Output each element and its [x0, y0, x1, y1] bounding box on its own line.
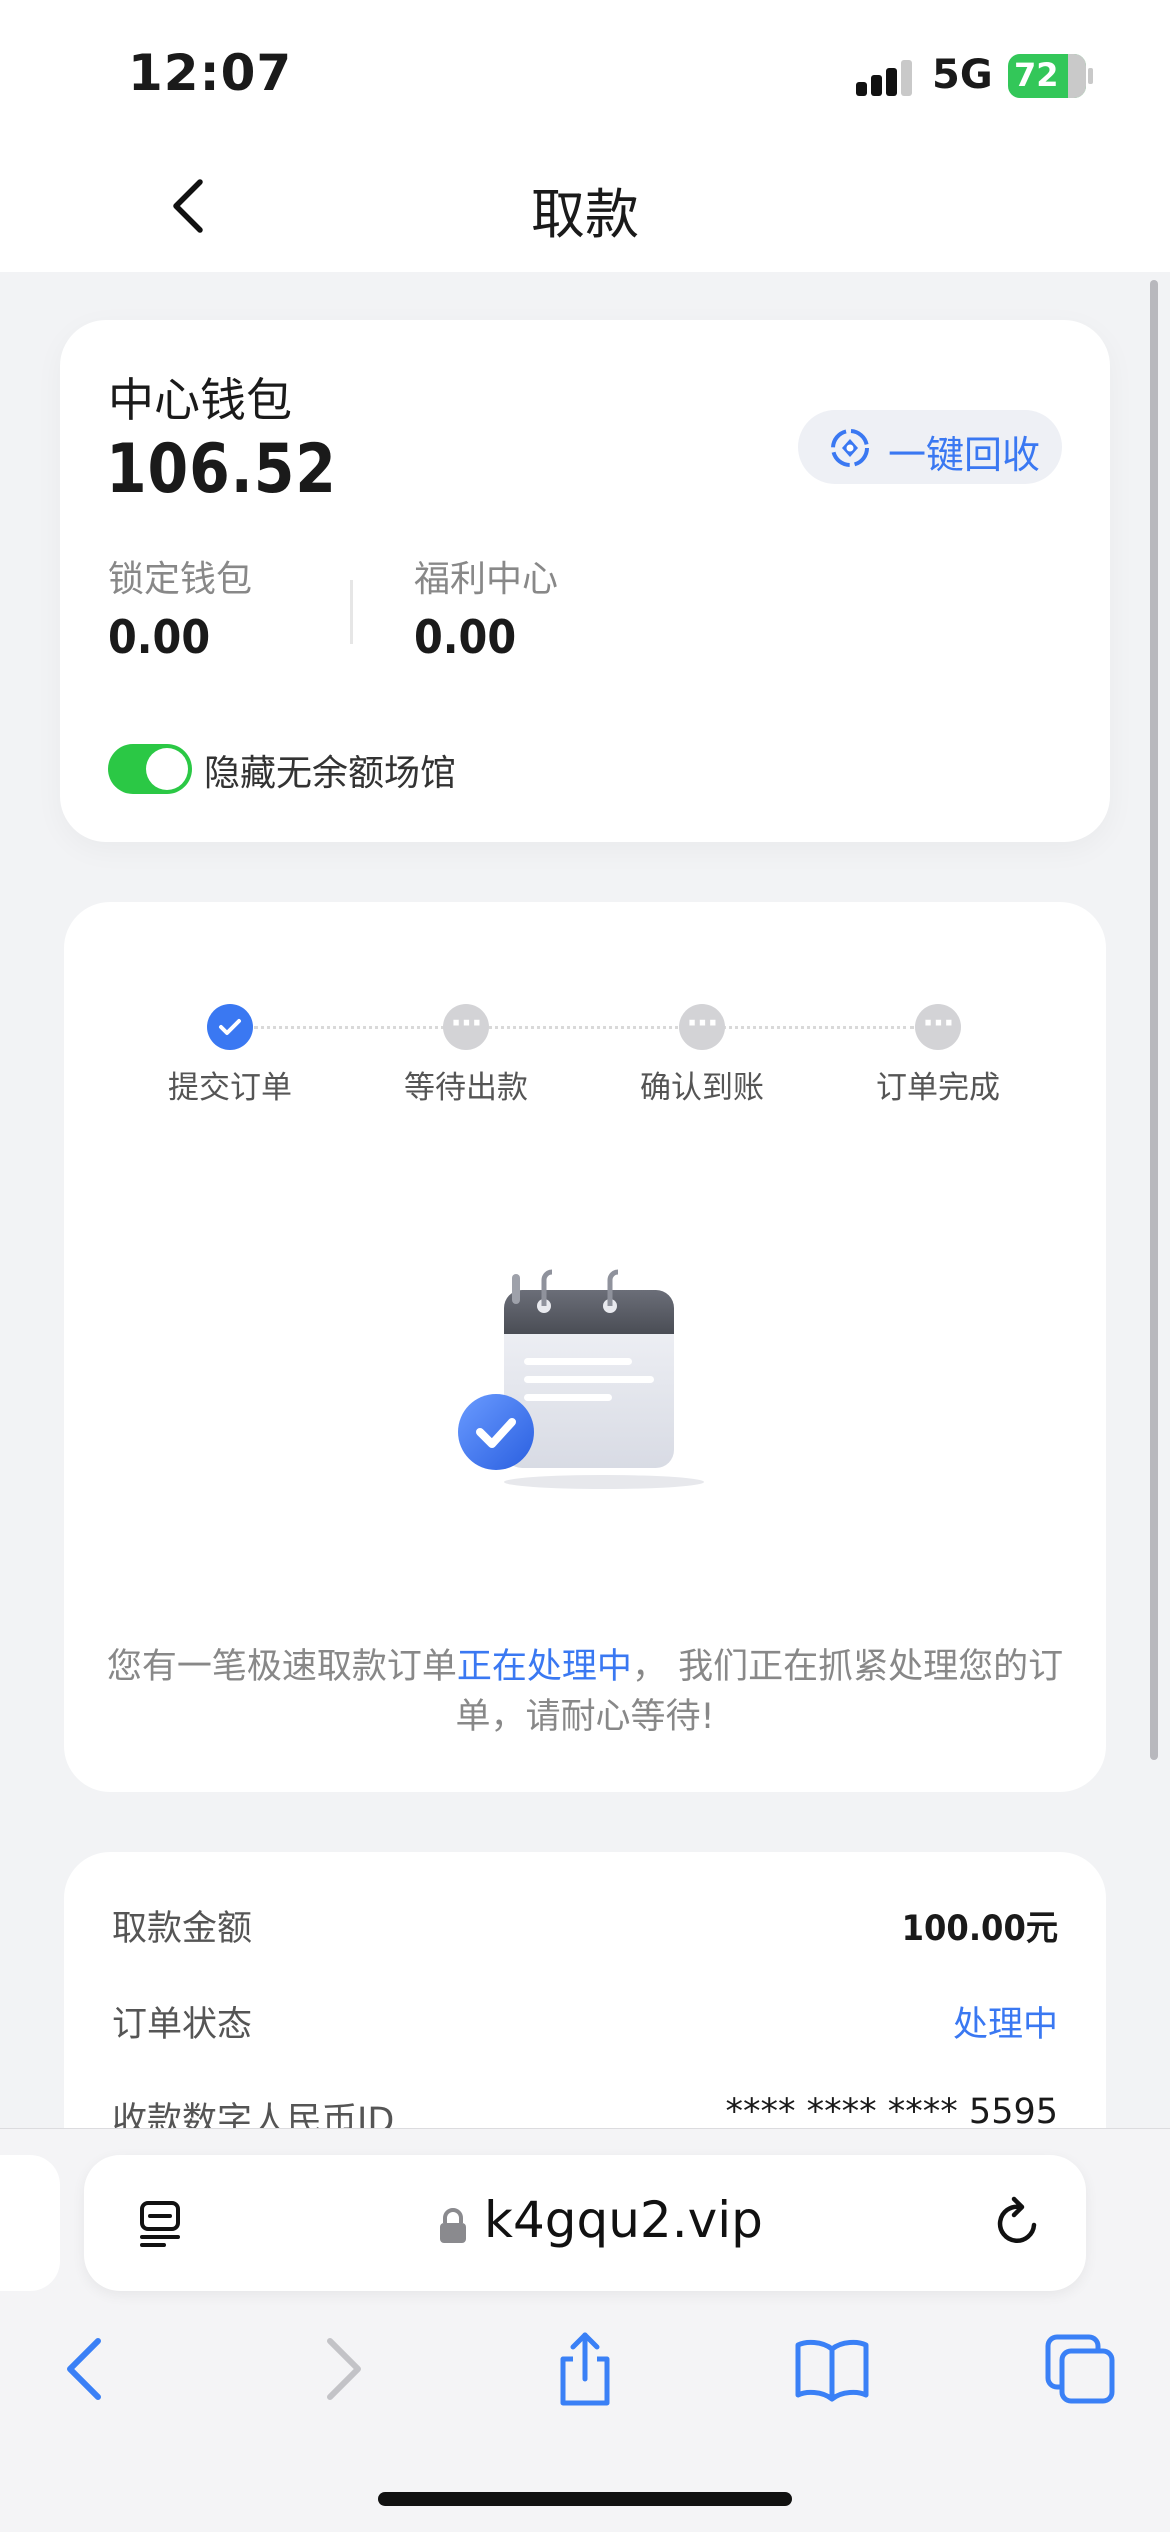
- step-label: 等待出款: [404, 1070, 528, 1106]
- battery-level: 72: [1014, 56, 1059, 94]
- wallet-card: 中心钱包 106.52 一键回收 锁定钱包 0.00 福利中心 0.00 隐藏无…: [60, 320, 1110, 842]
- tabs-icon[interactable]: [1040, 2329, 1120, 2409]
- status-time: 12:07: [128, 44, 293, 102]
- page-title: 取款: [531, 183, 639, 246]
- share-icon[interactable]: [545, 2329, 625, 2409]
- url-text: k4gqu2.vip: [484, 2191, 763, 2249]
- previous-tab-peek[interactable]: [0, 2155, 60, 2291]
- step-dot-done: [207, 1004, 253, 1050]
- battery-cap: [1088, 68, 1093, 84]
- recycle-label: 一键回收: [888, 433, 1041, 477]
- welfare-center-value: 0.00: [414, 610, 517, 664]
- processing-message: 您有一笔极速取款订单正在处理中， 我们正在抓紧处理您的订单，请耐心等待!: [106, 1647, 1064, 1737]
- step-dot-pending: [915, 1004, 961, 1050]
- address-bar[interactable]: k4gqu2.vip: [84, 2155, 1086, 2291]
- order-progress-card: 提交订单 等待出款 确认到账 订单完成: [64, 902, 1106, 1792]
- detail-row-amount: 取款金额 100.00元: [112, 1900, 1058, 1950]
- network-label: 5G: [932, 52, 993, 98]
- locked-wallet-label: 锁定钱包: [108, 559, 253, 600]
- bookmarks-icon[interactable]: [792, 2329, 872, 2409]
- page-menu-icon[interactable]: [134, 2197, 186, 2249]
- step-label: 提交订单: [168, 1070, 292, 1106]
- withdraw-amount-value: 100.00元: [901, 1909, 1058, 1949]
- status-bar: 12:07 5G 72: [0, 0, 1170, 140]
- step-label: 订单完成: [876, 1070, 1000, 1106]
- calendar-check-illustration: [458, 1269, 704, 1489]
- browser-toolbar: k4gqu2.vip: [0, 2128, 1170, 2532]
- recycle-icon: [831, 429, 869, 467]
- step-dot-pending: [443, 1004, 489, 1050]
- order-status-label: 订单状态: [112, 2005, 253, 2045]
- browser-forward-icon[interactable]: [300, 2329, 380, 2409]
- detail-row-status: 订单状态 处理中: [112, 1996, 1058, 2046]
- browser-back-icon[interactable]: [48, 2329, 128, 2409]
- divider: [350, 580, 353, 644]
- app-screen: 12:07 5G 72 取款 中心钱包 106.52 一键回收 锁定钱包 0.0…: [0, 0, 1170, 2532]
- order-status-value: 处理中: [952, 2005, 1058, 2045]
- battery-icon: 72: [1008, 54, 1086, 98]
- locked-wallet-value: 0.00: [108, 610, 211, 664]
- nav-bar: 取款: [0, 140, 1170, 272]
- withdraw-amount-label: 取款金额: [112, 1909, 253, 1949]
- scrollbar[interactable]: [1150, 280, 1158, 1760]
- step-connector: [254, 1026, 914, 1029]
- step-label: 确认到账: [640, 1070, 764, 1106]
- recycle-button[interactable]: 一键回收: [798, 410, 1062, 484]
- wallet-title: 中心钱包: [108, 373, 292, 427]
- hide-empty-toggle[interactable]: [108, 744, 192, 794]
- receive-id-value: **** **** **** 5595: [725, 2092, 1058, 2132]
- lock-icon: [440, 2208, 466, 2243]
- home-indicator[interactable]: [378, 2492, 792, 2506]
- step-dot-pending: [679, 1004, 725, 1050]
- reload-icon[interactable]: [990, 2195, 1046, 2251]
- signal-icon: [856, 60, 916, 96]
- check-icon: [219, 1019, 241, 1035]
- wallet-amount: 106.52: [106, 430, 337, 509]
- processing-status-highlight: 正在处理中: [456, 1647, 632, 1687]
- hide-empty-toggle-label: 隐藏无余额场馆: [204, 753, 457, 794]
- welfare-center-label: 福利中心: [414, 559, 559, 600]
